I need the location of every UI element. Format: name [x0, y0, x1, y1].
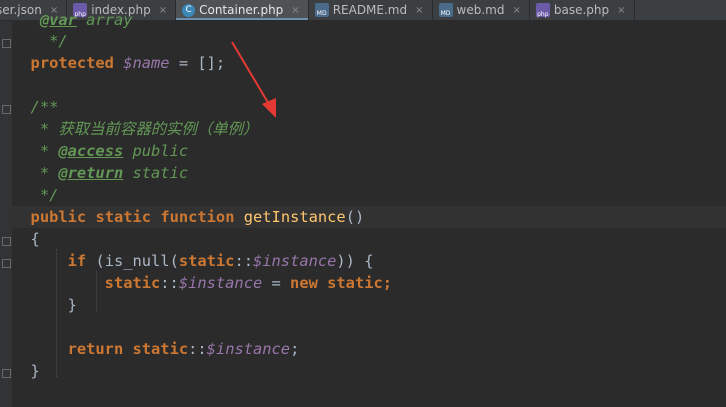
annotation-arrow-icon	[231, 41, 276, 118]
